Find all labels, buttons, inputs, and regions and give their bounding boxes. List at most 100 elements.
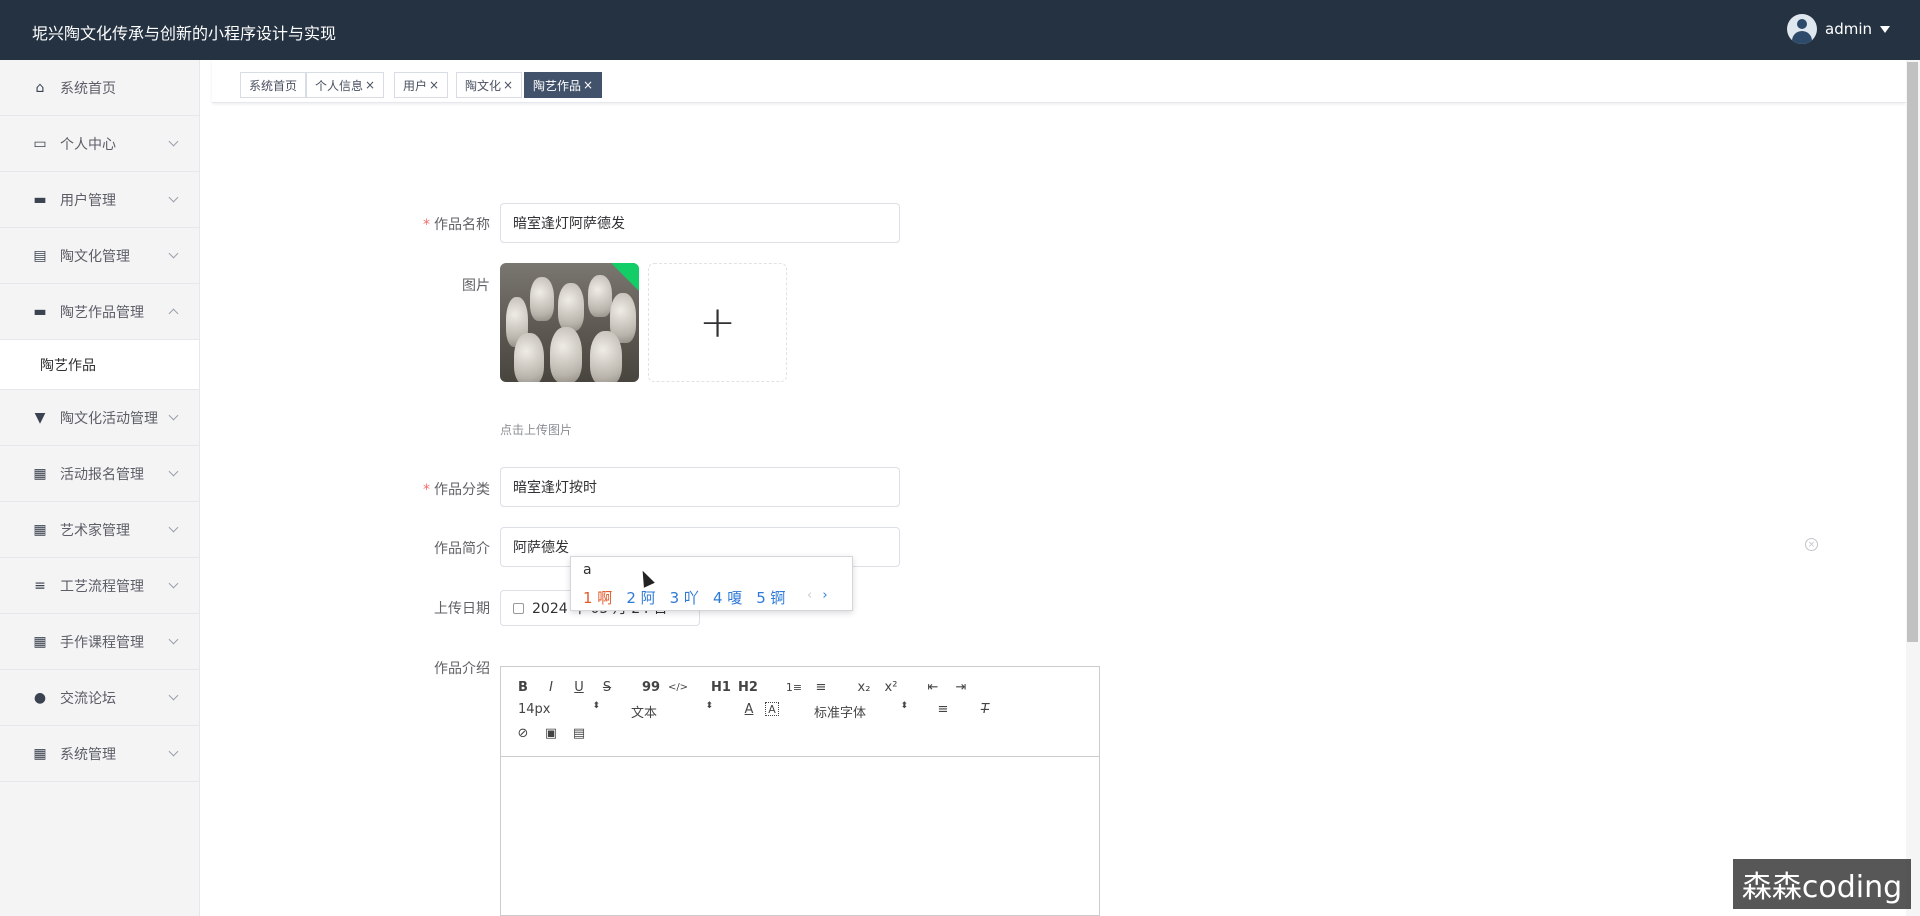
h2-button[interactable]: H2 [738,677,758,697]
upload-button[interactable]: + [648,263,787,382]
ime-candidate-window[interactable]: a 1 啊 2 阿 3 吖 4 嗄 5 锕 ‹ › [570,556,853,611]
sidebar-item-personal[interactable]: ▭ 个人中心 [0,116,199,172]
sidebar-item-artists[interactable]: ▦ 艺术家管理 [0,502,199,558]
chevron-down-icon [168,410,179,421]
grid-icon: ▦ [33,745,47,762]
sidebar-item-home[interactable]: ⌂ 系统首页 [0,60,199,116]
underline-button[interactable]: U [569,677,589,697]
ime-candidate[interactable]: 5 锕 [756,587,785,608]
rich-text-editor[interactable]: B I U S 99 </> H1 H2 1≡ ≡ x₂ x² ⇤ ⇥ 14px… [500,666,1100,916]
sidebar-item-forum[interactable]: ● 交流论坛 [0,670,199,726]
indent-button[interactable]: ⇥ [951,677,971,697]
sidebar-item-system[interactable]: ▦ 系统管理 [0,726,199,782]
top-header: 坭兴陶文化传承与创新的小程序设计与实现 admin [0,0,1920,60]
clear-format-icon[interactable]: T̶ [975,699,995,719]
sidebar-item-users[interactable]: ▬ 用户管理 [0,172,199,228]
required-mark: * [423,482,430,498]
font-color-icon[interactable]: A [739,699,759,719]
card-icon: ▭ [33,135,47,152]
username[interactable]: admin [1825,20,1872,38]
sidebar-item-label: 工艺流程管理 [60,578,144,595]
name-input[interactable]: 暗室逢灯阿萨德发 [500,203,900,243]
italic-button[interactable]: I [541,677,561,697]
image-label: 图片 [462,278,490,294]
uploaded-image[interactable] [500,263,639,382]
tab-home[interactable]: 系统首页 [240,72,307,98]
chevron-left-icon[interactable]: ‹ [807,588,812,603]
ordered-list-button[interactable]: 1≡ [784,677,804,697]
block-format-value: 文本 [631,706,658,721]
close-icon[interactable]: × [365,78,375,92]
chevron-down-icon [168,136,179,147]
font-size-value: 14px [518,702,551,717]
image-icon[interactable]: ▣ [541,723,561,743]
close-icon[interactable]: × [429,78,439,92]
bulb-icon: ● [33,689,47,706]
font-family-select[interactable]: 标准字体 ⬍ [814,701,908,721]
sidebar-item-courses[interactable]: ▦ 手作课程管理 [0,614,199,670]
user-menu[interactable]: admin [1787,14,1890,44]
sidebar: ⌂ 系统首页 ▭ 个人中心 ▬ 用户管理 ▤ 陶文化管理 ▬ 陶艺作品管理 陶艺… [0,60,200,916]
background-color-icon[interactable]: A [765,702,779,716]
video-icon[interactable]: ▤ [569,723,589,743]
block-format-select[interactable]: 文本 ⬍ [631,701,713,721]
tags-view: 系统首页 个人信息 × 用户 × 陶文化 × 陶艺作品 × [212,60,1906,103]
h1-button[interactable]: H1 [711,677,731,697]
clear-icon[interactable]: × [1805,538,1818,551]
monitor-icon: ▬ [33,303,47,320]
tab-personal-info[interactable]: 个人信息 × [306,72,385,98]
close-icon[interactable]: × [503,78,513,92]
sidebar-item-label: 活动报名管理 [60,466,144,483]
close-icon[interactable]: × [583,78,593,92]
code-button[interactable]: </> [668,677,688,697]
tab-users[interactable]: 用户 × [394,72,449,98]
strike-button[interactable]: S [597,677,617,697]
sidebar-item-label: 陶文化活动管理 [60,410,158,427]
outdent-button[interactable]: ⇤ [923,677,943,697]
tab-label: 用户 [403,78,428,93]
bold-button[interactable]: B [513,677,533,697]
sidebar-item-activities[interactable]: ▼ 陶文化活动管理 [0,390,199,446]
chevron-down-icon [168,466,179,477]
tab-works[interactable]: 陶艺作品 × [524,72,603,98]
quote-button[interactable]: 99 [641,677,661,697]
font-size-select[interactable]: 14px ⬍ [518,701,600,717]
ime-candidate[interactable]: 3 吖 [670,587,699,608]
caret-down-icon[interactable] [1880,25,1890,33]
upload-hint: 点击上传图片 [500,423,573,437]
tab-culture[interactable]: 陶文化 × [456,72,523,98]
avatar[interactable] [1787,14,1817,44]
sidebar-item-culture[interactable]: ▤ 陶文化管理 [0,228,199,284]
category-label: * 作品分类 [370,479,490,499]
superscript-button[interactable]: x² [881,677,901,697]
chevron-down-icon [168,578,179,589]
grid-icon: ▦ [33,521,47,538]
subscript-button[interactable]: x₂ [854,677,874,697]
ime-candidate[interactable]: 4 嗄 [713,587,742,608]
ime-candidate[interactable]: 1 啊 [583,587,612,608]
brush-icon: ▼ [34,409,46,426]
sidebar-item-label: 陶文化管理 [60,248,130,265]
sidebar-item-process[interactable]: ≡ 工艺流程管理 [0,558,199,614]
tab-label: 陶艺作品 [533,78,582,93]
bullet-list-button[interactable]: ≡ [811,677,831,697]
sidebar-item-label: 艺术家管理 [60,522,130,539]
grid-icon: ▦ [33,465,47,482]
label-text: 作品名称 [434,217,490,233]
align-icon[interactable]: ≡ [933,699,953,719]
sidebar-item-label: 系统首页 [60,80,116,97]
sidebar-item-signups[interactable]: ▦ 活动报名管理 [0,446,199,502]
sidebar-subitem-works[interactable]: 陶艺作品 [0,340,199,390]
content-label: 作品介绍 [434,661,490,677]
ime-candidate[interactable]: 2 阿 [626,587,655,608]
ime-pager: ‹ › [807,588,828,603]
chevron-right-icon[interactable]: › [822,588,827,603]
link-icon[interactable]: ⊘ [513,723,533,743]
scrollbar-thumb[interactable] [1907,62,1918,642]
editor-content-area[interactable] [501,757,1099,915]
sidebar-item-works[interactable]: ▬ 陶艺作品管理 [0,284,199,340]
chevron-down-icon [168,746,179,757]
watermark: 森森coding [1733,859,1911,909]
name-label: * 作品名称 [370,214,490,234]
category-input[interactable]: 暗室逢灯按时 [500,467,900,507]
